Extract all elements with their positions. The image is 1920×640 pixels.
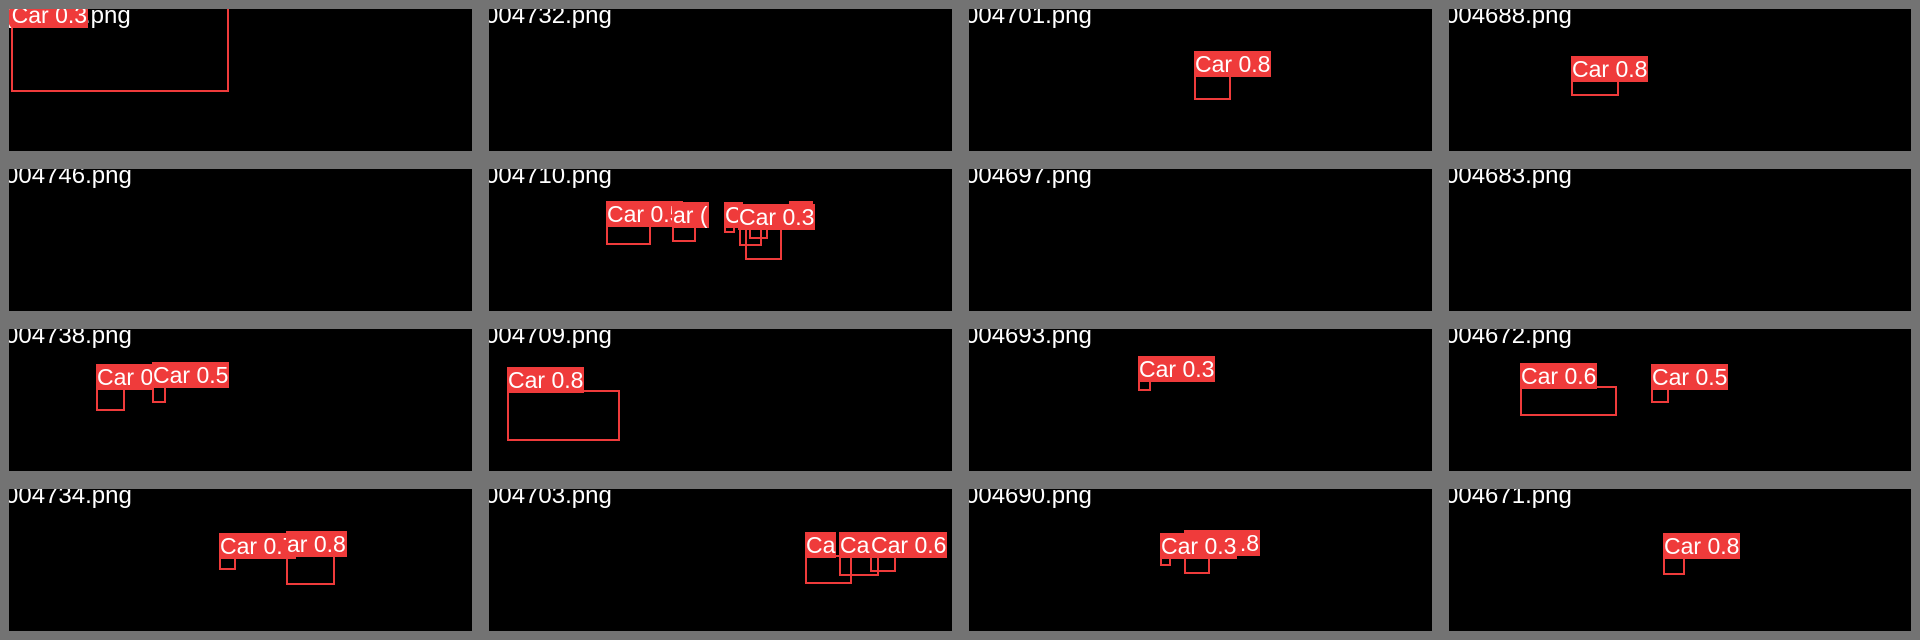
tile-filename: 004703.png <box>485 482 612 509</box>
bounding-box <box>1520 386 1617 416</box>
detection-label: Car 0.3 <box>738 204 816 230</box>
image-tile[interactable]: 004710.png Car 0.5 ar ( C 3 Car 0.3 <box>480 160 961 320</box>
tile-filename: 004732.png <box>485 2 612 29</box>
detection-label: Car 0.8 <box>507 367 585 393</box>
detection-label: Car 0.8 <box>1571 56 1649 82</box>
bounding-box <box>1194 74 1231 100</box>
image-tile[interactable]: 004671.png Car 0.8 <box>1440 480 1920 640</box>
tile-filename: .png <box>84 2 131 29</box>
image-tile[interactable]: 004709.png Car 0.8 <box>480 320 961 480</box>
tile-filename: 004693.png <box>965 322 1092 349</box>
tile-filename: 004734.png <box>5 482 132 509</box>
image-tile[interactable]: 004688.png Car 0.8 <box>1440 0 1920 160</box>
tile-filename: 004683.png <box>1445 162 1572 189</box>
detection-label: ar ( <box>672 202 709 228</box>
detection-label: ar 0.8 <box>286 531 347 557</box>
tile-filename: 004710.png <box>485 162 612 189</box>
image-tile[interactable]: 004738.png Car 0 Car 0.5 <box>0 320 481 480</box>
image-tile[interactable]: 004693.png Car 0.3 <box>960 320 1441 480</box>
detection-label: Car 0 <box>96 364 155 390</box>
detection-label: Ca <box>839 532 871 558</box>
bounding-box <box>507 390 620 441</box>
tile-filename: 004672.png <box>1445 322 1572 349</box>
tile-filename: 004697.png <box>965 162 1092 189</box>
detection-label: Car 0.7 <box>219 533 297 559</box>
image-tile[interactable]: 004672.png Car 0.6 Car 0.5 <box>1440 320 1920 480</box>
tile-filename: 004738.png <box>5 322 132 349</box>
image-tile[interactable]: 004701.png Car 0.8 <box>960 0 1441 160</box>
detection-label: Car 0.6 <box>1520 363 1598 389</box>
image-tile[interactable]: .png (Car 0.3 <box>0 0 481 160</box>
tile-filename: 004671.png <box>1445 482 1572 509</box>
tile-filename: 004688.png <box>1445 2 1572 29</box>
image-tile[interactable]: 004732.png <box>480 0 961 160</box>
detection-label: Car 0.5 <box>152 362 230 388</box>
tile-filename: 004746.png <box>5 162 132 189</box>
bounding-box <box>96 387 125 411</box>
detection-label: Car 0.3 <box>1160 533 1238 559</box>
image-tile[interactable]: 004690.png .8 Car 0.3 <box>960 480 1441 640</box>
tile-filename: 004701.png <box>965 2 1092 29</box>
image-tile[interactable]: 004697.png <box>960 160 1441 320</box>
image-tile[interactable]: 004746.png <box>0 160 481 320</box>
detection-label: Car 0.8 <box>1663 533 1741 559</box>
detection-label: Car 0.5 <box>1651 364 1729 390</box>
detection-label: Car 0.6 <box>870 532 948 558</box>
image-grid: .png (Car 0.3 004732.png 004701.png Car … <box>0 0 1920 640</box>
detection-label: Ca <box>805 532 837 558</box>
image-tile[interactable]: 004683.png <box>1440 160 1920 320</box>
image-tile[interactable]: 004703.png Ca Ca Car 0.6 <box>480 480 961 640</box>
detection-label: (Car 0.3 <box>4 2 89 28</box>
detection-label: Car 0.8 <box>1194 51 1272 77</box>
tile-filename: 004690.png <box>965 482 1092 509</box>
bounding-box <box>606 224 651 245</box>
image-tile[interactable]: 004734.png Car 0.7 ar 0.8 <box>0 480 481 640</box>
tile-filename: 004709.png <box>485 322 612 349</box>
detection-label: Car 0.3 <box>1138 356 1216 382</box>
